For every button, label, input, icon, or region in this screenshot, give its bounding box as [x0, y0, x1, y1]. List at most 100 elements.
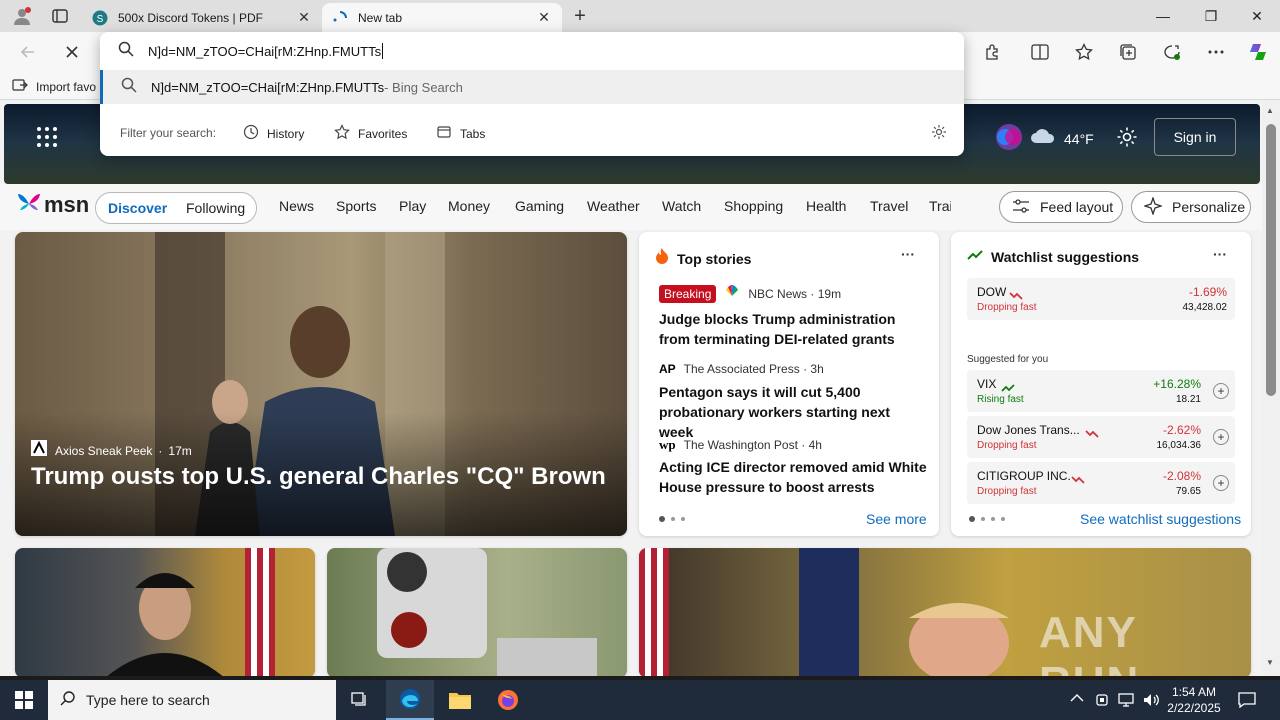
- scrollbar-thumb[interactable]: [1266, 124, 1276, 396]
- weather-widget[interactable]: 44°F: [1030, 128, 1094, 149]
- hero-source: Axios Sneak Peek: [55, 443, 153, 458]
- sign-in-button[interactable]: Sign in: [1154, 118, 1236, 156]
- favorites-star-icon[interactable]: [1068, 36, 1100, 68]
- address-bar[interactable]: N]d=NM_zTOO=CHai[rM:ZHnp.FMUTTs: [100, 32, 964, 70]
- address-input-value[interactable]: N]d=NM_zTOO=CHai[rM:ZHnp.FMUTTs: [148, 44, 381, 59]
- add-to-watchlist-icon[interactable]: +: [1213, 429, 1229, 445]
- scroll-down-icon[interactable]: ▼: [1266, 658, 1274, 667]
- copilot-badge-icon[interactable]: [994, 122, 1024, 157]
- back-arrow-icon[interactable]: [12, 36, 44, 68]
- story-title[interactable]: Acting ICE director removed amid White H…: [659, 457, 927, 497]
- apps-grid-icon[interactable]: [36, 126, 58, 153]
- loading-spinner-icon: [332, 10, 348, 26]
- tab-title: New tab: [358, 10, 403, 25]
- filter-favorites[interactable]: Favorites: [334, 124, 407, 143]
- story-card[interactable]: [327, 548, 627, 676]
- edge-taskbar-icon[interactable]: [386, 680, 434, 720]
- page-dot[interactable]: [991, 517, 995, 521]
- firefox-icon[interactable]: [484, 680, 532, 720]
- tab-following[interactable]: Following: [186, 200, 245, 216]
- new-tab-button[interactable]: +: [568, 4, 592, 28]
- watchlist-row[interactable]: CITIGROUP INC. Dropping fast -2.08% 79.6…: [967, 462, 1235, 504]
- stock-status: Dropping fast: [977, 440, 1037, 451]
- nav-gaming[interactable]: Gaming: [515, 198, 564, 214]
- extensions-icon[interactable]: [976, 36, 1008, 68]
- top-stories-more-icon[interactable]: ···: [901, 246, 915, 262]
- minimize-button[interactable]: —: [1140, 0, 1186, 32]
- add-to-watchlist-icon[interactable]: +: [1213, 383, 1229, 399]
- hero-story-card[interactable]: Axios Sneak Peek · 17m Trump ousts top U…: [15, 232, 627, 536]
- close-tab-icon[interactable]: ✕: [296, 9, 312, 26]
- taskbar-search-box[interactable]: Type here to search: [48, 680, 336, 720]
- network-icon[interactable]: [1118, 692, 1136, 713]
- page-dot[interactable]: [681, 517, 685, 521]
- nav-sports[interactable]: Sports: [336, 198, 376, 214]
- see-more-link[interactable]: See more: [866, 511, 927, 527]
- start-button[interactable]: [0, 680, 48, 720]
- browser-essentials-icon[interactable]: [1156, 36, 1188, 68]
- page-dot[interactable]: [659, 516, 665, 522]
- search-settings-gear-icon[interactable]: [931, 124, 947, 145]
- watchlist-more-icon[interactable]: ···: [1213, 246, 1227, 262]
- nav-traffic[interactable]: Trai: [929, 198, 951, 214]
- import-favorites-link[interactable]: Import favo: [12, 78, 96, 95]
- tab-new-tab[interactable]: New tab ✕: [322, 3, 562, 32]
- hero-title[interactable]: Trump ousts top U.S. general Charles "CQ…: [31, 462, 621, 492]
- task-view-icon[interactable]: [336, 680, 384, 720]
- file-explorer-icon[interactable]: [436, 680, 484, 720]
- watchlist-row[interactable]: Dow Jones Trans... Dropping fast -2.62% …: [967, 416, 1235, 458]
- add-to-watchlist-icon[interactable]: +: [1213, 475, 1229, 491]
- close-window-button[interactable]: ✕: [1234, 0, 1280, 32]
- story-title[interactable]: Judge blocks Trump administration from t…: [659, 309, 927, 349]
- collections-icon[interactable]: [1112, 36, 1144, 68]
- tab-actions-icon[interactable]: [48, 6, 72, 26]
- settings-more-icon[interactable]: [1200, 36, 1232, 68]
- network-shield-icon[interactable]: [1094, 692, 1110, 713]
- watchlist-top-row[interactable]: DOW Dropping fast -1.69% 43,428.02: [967, 278, 1235, 320]
- nav-shopping[interactable]: Shopping: [724, 198, 783, 214]
- trend-down-icon: [1085, 425, 1099, 443]
- nbc-icon: [724, 284, 740, 303]
- nav-weather[interactable]: Weather: [587, 198, 640, 214]
- msn-settings-gear-icon[interactable]: [1116, 126, 1138, 153]
- sliders-icon: [1012, 198, 1030, 216]
- trend-down-icon: [1071, 471, 1085, 489]
- notifications-icon[interactable]: [1238, 692, 1256, 713]
- nav-health[interactable]: Health: [806, 198, 846, 214]
- tab-discover[interactable]: Discover: [108, 200, 167, 216]
- taskbar-clock[interactable]: 1:54 AM 2/22/2025: [1166, 684, 1222, 716]
- see-watchlist-link[interactable]: See watchlist suggestions: [1080, 511, 1241, 527]
- close-tab-icon[interactable]: ✕: [536, 9, 552, 26]
- story-title[interactable]: Pentagon says it will cut 5,400 probatio…: [659, 382, 927, 442]
- watchlist-row[interactable]: VIX Rising fast +16.28% 18.21 +: [967, 370, 1235, 412]
- nav-money[interactable]: Money: [448, 198, 490, 214]
- stop-loading-icon[interactable]: [56, 36, 88, 68]
- profile-avatar-icon[interactable]: [8, 4, 36, 28]
- split-screen-icon[interactable]: [1024, 36, 1056, 68]
- maximize-button[interactable]: ❐: [1188, 0, 1234, 32]
- nav-watch[interactable]: Watch: [662, 198, 701, 214]
- feed-layout-button[interactable]: Feed layout: [999, 191, 1123, 223]
- nav-travel[interactable]: Travel: [870, 198, 908, 214]
- page-dot[interactable]: [1001, 517, 1005, 521]
- nav-news[interactable]: News: [279, 198, 314, 214]
- nav-play[interactable]: Play: [399, 198, 426, 214]
- tab-discord-tokens[interactable]: S 500x Discord Tokens | PDF ✕: [82, 3, 322, 32]
- scroll-up-icon[interactable]: ▲: [1266, 106, 1274, 115]
- msn-logo[interactable]: msn: [16, 190, 89, 219]
- story-card[interactable]: [15, 548, 315, 676]
- filter-tabs[interactable]: Tabs: [436, 124, 485, 143]
- copilot-icon[interactable]: [1242, 36, 1274, 68]
- page-scrollbar[interactable]: ▲ ▼: [1262, 100, 1280, 676]
- page-dot[interactable]: [981, 517, 985, 521]
- personalize-button[interactable]: Personalize: [1131, 191, 1251, 223]
- story-card[interactable]: ANY RUN: [639, 548, 1251, 676]
- volume-icon[interactable]: [1142, 692, 1160, 713]
- page-dot[interactable]: [969, 516, 975, 522]
- pagination-dots: [969, 516, 1005, 522]
- filter-history[interactable]: History: [243, 124, 304, 143]
- show-hidden-icons[interactable]: [1070, 692, 1084, 706]
- page-dot[interactable]: [671, 517, 675, 521]
- search-suggestion[interactable]: N]d=NM_zTOO=CHai[rM:ZHnp.FMUTTs - Bing S…: [100, 70, 964, 104]
- axios-icon: [31, 440, 47, 461]
